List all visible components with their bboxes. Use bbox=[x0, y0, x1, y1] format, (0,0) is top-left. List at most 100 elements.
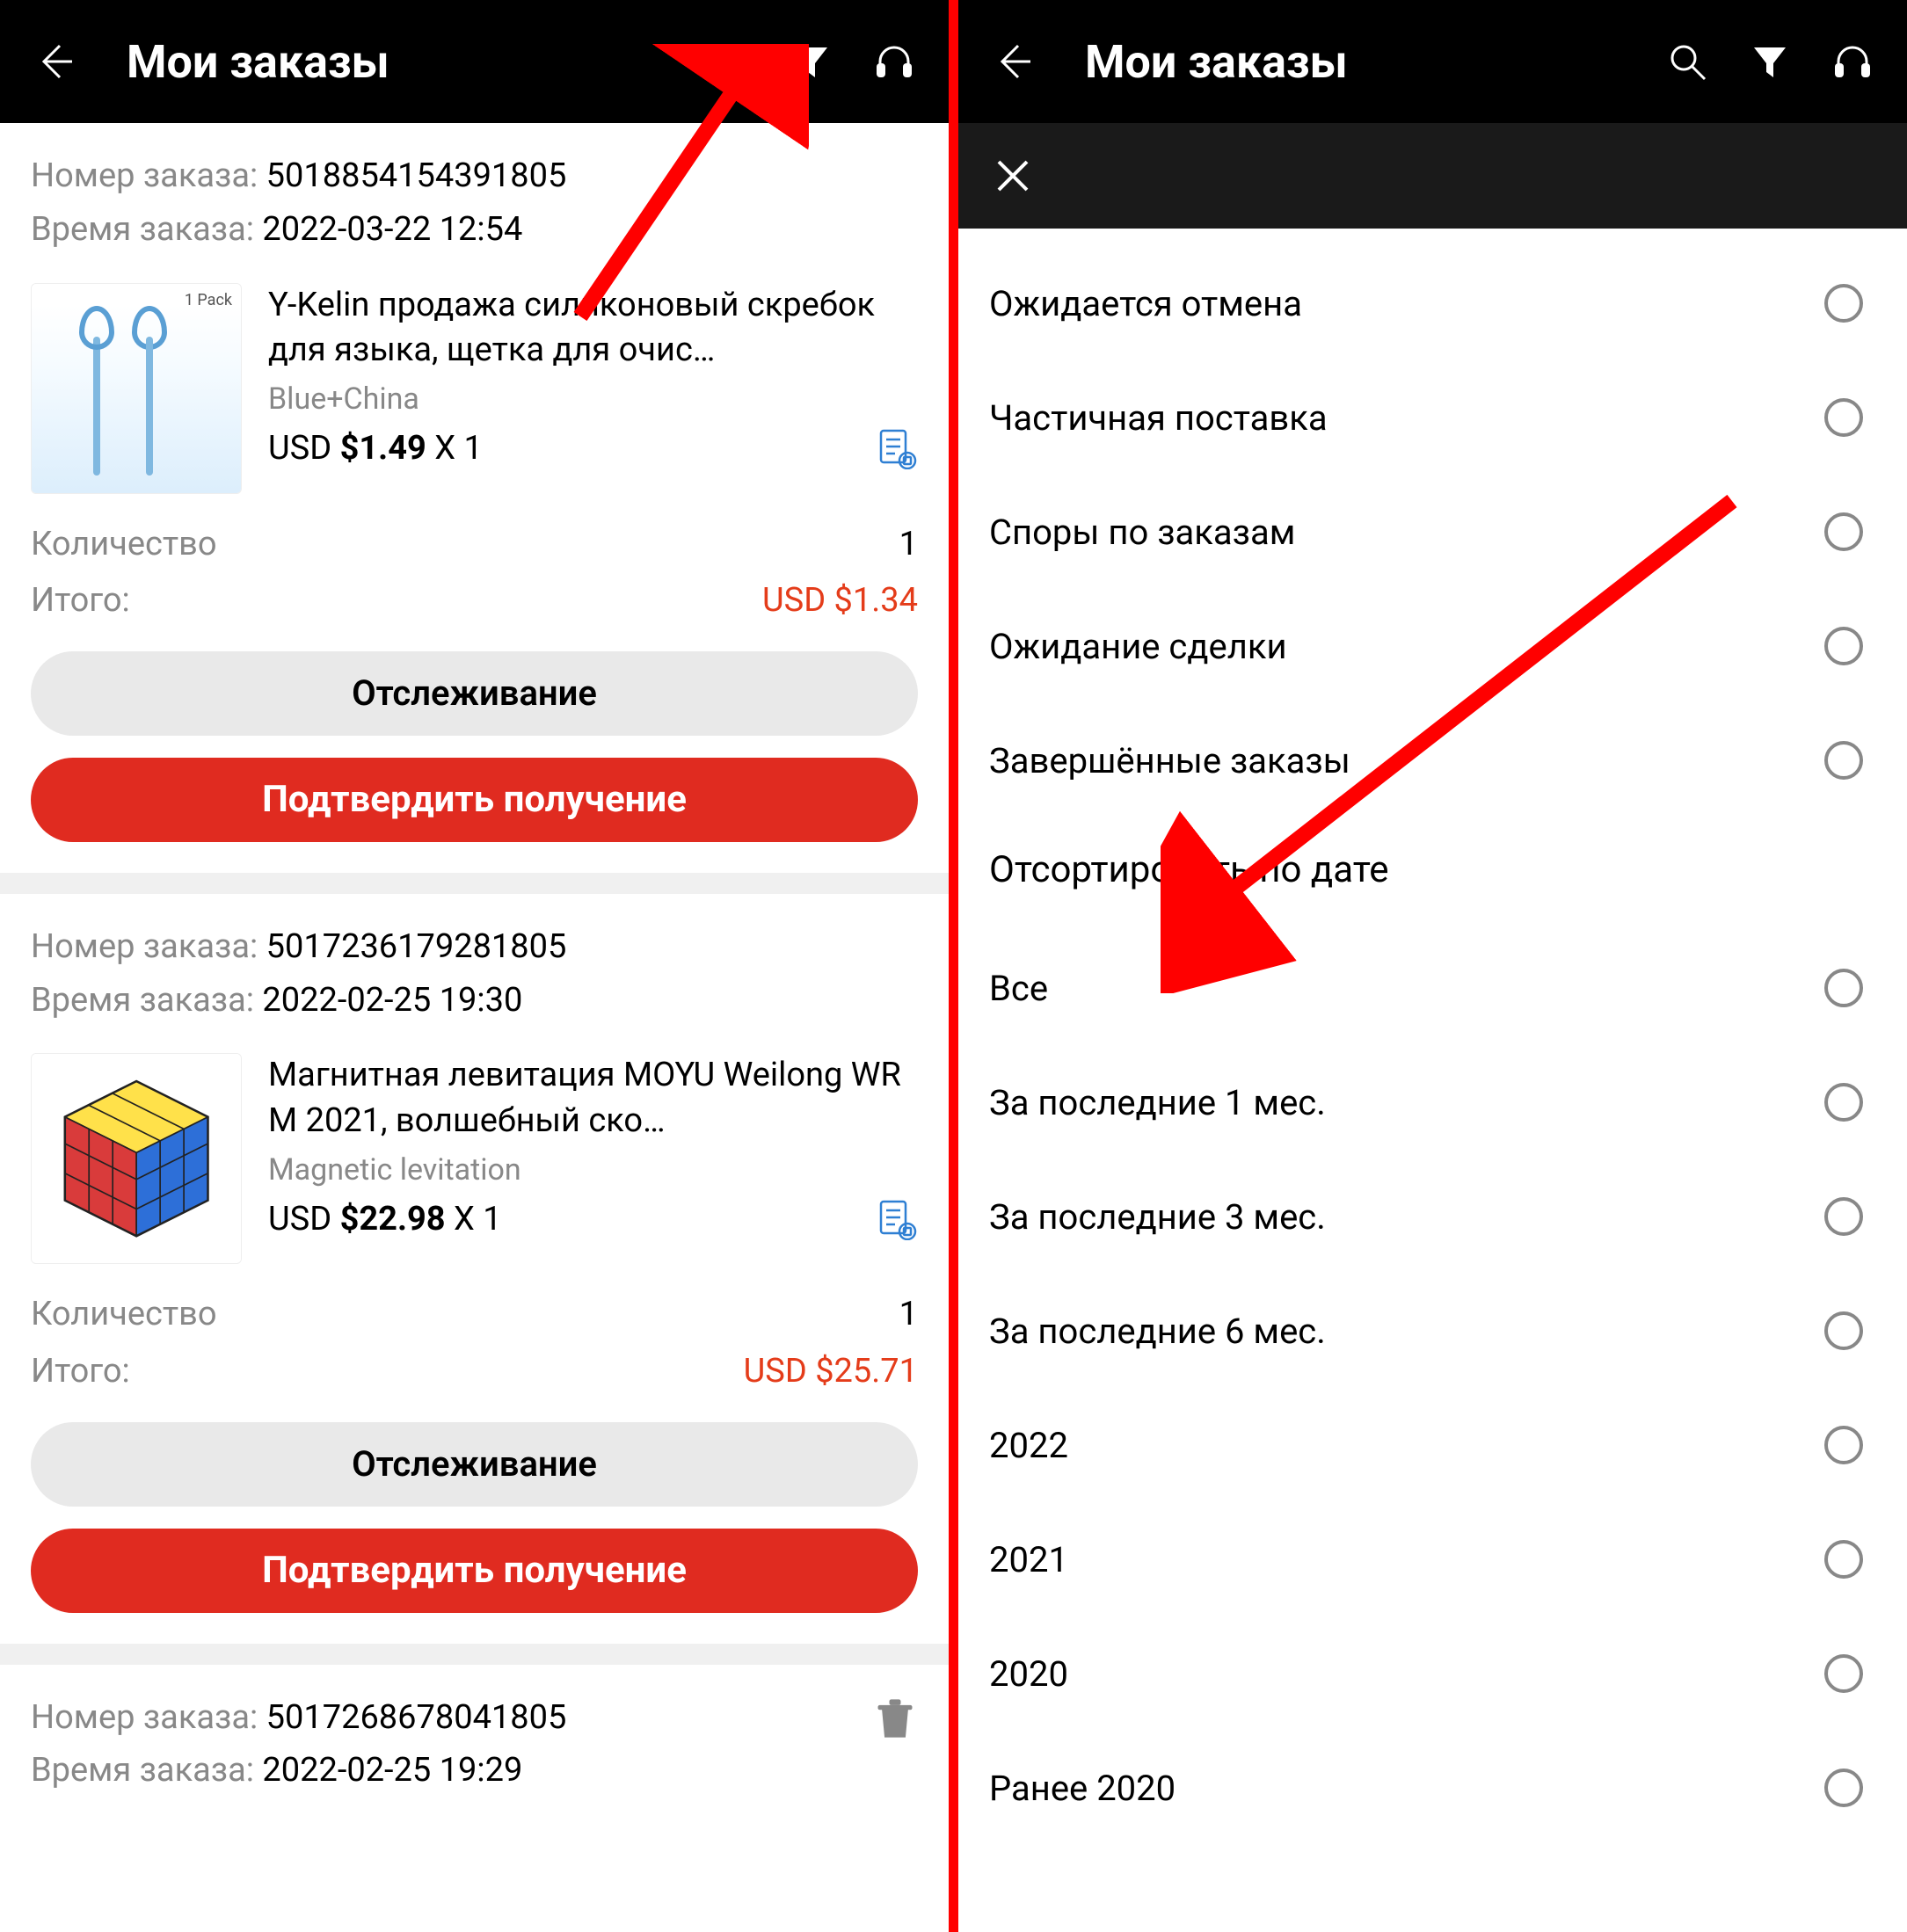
radio-icon bbox=[1824, 398, 1863, 437]
qty-line: Количество 1 bbox=[31, 516, 918, 573]
filter-option-awaiting-deal[interactable]: Ожидание сделки bbox=[958, 589, 1907, 703]
sort-by-date-heading: Отсортировать по дате bbox=[958, 817, 1907, 913]
filter-label: За последние 3 мес. bbox=[989, 1196, 1326, 1238]
track-button[interactable]: Отслеживание bbox=[31, 651, 918, 736]
total-line: Итого: USD $1.34 bbox=[31, 572, 918, 629]
order-time-line: Время заказа: 2022-02-25 19:30 bbox=[31, 974, 918, 1028]
confirm-receipt-button[interactable]: Подтвердить получение bbox=[31, 1529, 918, 1613]
filter-label: Завершённые заказы bbox=[989, 740, 1350, 781]
order-number: 5018854154391805 bbox=[266, 156, 567, 195]
order-time-label: Время заказа: bbox=[31, 210, 262, 249]
date-option-2022[interactable]: 2022 bbox=[958, 1388, 1907, 1502]
product-price: USD $22.98 X 1 bbox=[268, 1200, 502, 1238]
product-thumbnail: 1 Pack bbox=[31, 283, 242, 494]
date-option-all[interactable]: Все bbox=[958, 931, 1907, 1045]
search-icon[interactable] bbox=[701, 33, 757, 90]
search-icon[interactable] bbox=[1659, 33, 1715, 90]
radio-icon bbox=[1824, 1654, 1863, 1693]
order-number: 5017268678041805 bbox=[266, 1698, 567, 1737]
product-row[interactable]: Магнитная левитация MOYU Weilong WR M 20… bbox=[0, 1035, 949, 1286]
date-option-6m[interactable]: За последние 6 мес. bbox=[958, 1274, 1907, 1388]
date-option-3m[interactable]: За последние 3 мес. bbox=[958, 1159, 1907, 1274]
filter-option-cancel-pending[interactable]: Ожидается отмена bbox=[958, 246, 1907, 360]
product-variant: Blue+China bbox=[268, 381, 918, 417]
radio-icon bbox=[1824, 1311, 1863, 1350]
filter-option-completed[interactable]: Завершённые заказы bbox=[958, 703, 1907, 817]
page-title: Мои заказы bbox=[1085, 35, 1633, 89]
filter-icon[interactable] bbox=[1742, 33, 1798, 90]
filter-label: 2020 bbox=[989, 1653, 1068, 1695]
date-option-before-2020[interactable]: Ранее 2020 bbox=[958, 1731, 1907, 1845]
filter-sheet-header bbox=[958, 123, 1907, 229]
order-number-line: Номер заказа: 5017236179281805 bbox=[31, 920, 918, 974]
pack-badge: 1 Pack bbox=[185, 291, 232, 309]
product-title: Y-Kelin продажа силиконовый скребок для … bbox=[268, 283, 918, 374]
radio-icon bbox=[1824, 627, 1863, 665]
headset-icon[interactable] bbox=[866, 33, 922, 90]
status-filter-list: Ожидается отмена Частичная поставка Спор… bbox=[958, 229, 1907, 817]
headset-icon[interactable] bbox=[1824, 33, 1881, 90]
radio-icon bbox=[1824, 512, 1863, 551]
filter-label: 2021 bbox=[989, 1539, 1068, 1580]
radio-icon bbox=[1824, 1540, 1863, 1579]
order-number: 5017236179281805 bbox=[266, 927, 567, 966]
screenshot-divider bbox=[949, 0, 958, 1932]
order-card: Номер заказа: 5017268678041805 Время зак… bbox=[0, 1665, 949, 1807]
close-icon[interactable] bbox=[985, 148, 1041, 204]
date-option-2021[interactable]: 2021 bbox=[958, 1502, 1907, 1616]
radio-icon bbox=[1824, 1769, 1863, 1807]
radio-icon bbox=[1824, 969, 1863, 1007]
radio-icon bbox=[1824, 1197, 1863, 1236]
date-filter-list: Все За последние 1 мес. За последние 3 м… bbox=[958, 913, 1907, 1845]
product-row[interactable]: 1 Pack Y-Kelin продажа силиконовый скреб… bbox=[0, 265, 949, 516]
card-separator bbox=[0, 1644, 949, 1665]
order-time: 2022-03-22 12:54 bbox=[262, 210, 522, 249]
order-time: 2022-02-25 19:30 bbox=[262, 981, 522, 1020]
filter-label: Ожидается отмена bbox=[989, 283, 1302, 324]
radio-icon bbox=[1824, 741, 1863, 780]
receipt-icon[interactable] bbox=[876, 427, 918, 469]
header-bar: Мои заказы bbox=[958, 0, 1907, 123]
filter-label: 2022 bbox=[989, 1425, 1068, 1466]
product-price: USD $1.49 X 1 bbox=[268, 429, 483, 468]
filter-label: Ожидание сделки bbox=[989, 626, 1287, 667]
filter-label: Споры по заказам bbox=[989, 512, 1295, 553]
page-title: Мои заказы bbox=[127, 35, 674, 89]
header-bar: Мои заказы bbox=[0, 0, 949, 123]
back-button[interactable] bbox=[985, 33, 1041, 90]
back-button[interactable] bbox=[26, 33, 83, 90]
qty-line: Количество 1 bbox=[31, 1286, 918, 1343]
product-variant: Magnetic levitation bbox=[268, 1152, 918, 1188]
filter-icon[interactable] bbox=[783, 33, 840, 90]
order-time-line: Время заказа: 2022-03-22 12:54 bbox=[31, 203, 918, 257]
order-time-label: Время заказа: bbox=[31, 1751, 262, 1790]
receipt-icon[interactable] bbox=[876, 1198, 918, 1240]
filter-label: Ранее 2020 bbox=[989, 1768, 1175, 1809]
filter-label: За последние 6 мес. bbox=[989, 1311, 1326, 1352]
radio-icon bbox=[1824, 1083, 1863, 1122]
total-line: Итого: USD $25.71 bbox=[31, 1343, 918, 1400]
product-thumbnail bbox=[31, 1053, 242, 1264]
filter-option-disputes[interactable]: Споры по заказам bbox=[958, 475, 1907, 589]
order-time-line: Время заказа: 2022-02-25 19:29 bbox=[31, 1744, 841, 1798]
order-number-label: Номер заказа: bbox=[31, 1698, 266, 1737]
filter-option-partial-shipping[interactable]: Частичная поставка bbox=[958, 360, 1907, 475]
delete-icon[interactable] bbox=[872, 1665, 949, 1745]
filter-label: Частичная поставка bbox=[989, 397, 1328, 439]
product-title: Магнитная левитация MOYU Weilong WR M 20… bbox=[268, 1053, 918, 1144]
radio-icon bbox=[1824, 1426, 1863, 1464]
order-card: Номер заказа: 5018854154391805 Время зак… bbox=[0, 123, 949, 873]
filter-label: Все bbox=[989, 968, 1048, 1009]
date-option-2020[interactable]: 2020 bbox=[958, 1616, 1907, 1731]
order-number-label: Номер заказа: bbox=[31, 927, 266, 966]
confirm-receipt-button[interactable]: Подтвердить получение bbox=[31, 758, 918, 842]
order-number-label: Номер заказа: bbox=[31, 156, 266, 195]
radio-icon bbox=[1824, 284, 1863, 323]
order-number-line: Номер заказа: 5018854154391805 bbox=[31, 149, 918, 203]
order-time-label: Время заказа: bbox=[31, 981, 262, 1020]
order-number-line: Номер заказа: 5017268678041805 bbox=[31, 1691, 841, 1745]
order-time: 2022-02-25 19:29 bbox=[262, 1751, 522, 1790]
date-option-1m[interactable]: За последние 1 мес. bbox=[958, 1045, 1907, 1159]
order-card: Номер заказа: 5017236179281805 Время зак… bbox=[0, 894, 949, 1644]
track-button[interactable]: Отслеживание bbox=[31, 1422, 918, 1507]
